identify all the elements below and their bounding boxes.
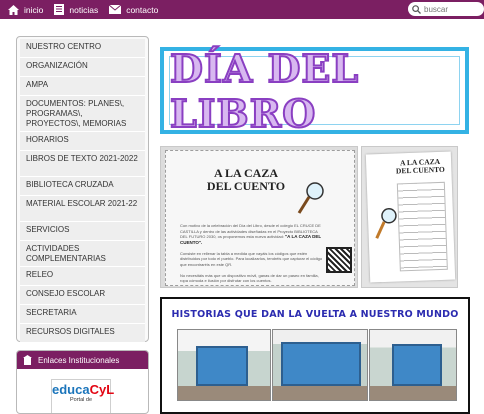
search-input[interactable] (424, 4, 484, 14)
educacyl-logo: educaCyL (52, 382, 114, 397)
menu-item-nuestro-centro[interactable]: NUESTRO CENTRO (20, 39, 145, 58)
educacyl-logo-main: educa (52, 382, 90, 397)
educacyl-link[interactable]: educaCyL Portal de (51, 379, 114, 413)
search-icon (412, 4, 421, 14)
classroom-photo (369, 329, 457, 401)
menu-item-organizacion[interactable]: ORGANIZACIÓN (20, 58, 145, 77)
poster-sheet: A LA CAZA DEL CUENTO Con motivo de la ce… (165, 150, 355, 286)
historias-banner[interactable]: HISTORIAS QUE DAN LA VUELTA A NUESTRO MU… (160, 297, 470, 414)
sidebar-menu: NUESTRO CENTRO ORGANIZACIÓN AMPA DOCUMEN… (16, 36, 149, 343)
poster-title: A LA CAZA DEL CUENTO (206, 166, 286, 193)
news-icon (54, 4, 65, 15)
menu-item-releo[interactable]: RELEO (20, 267, 145, 286)
nav-inicio-label: inicio (24, 4, 44, 15)
classroom-photo (272, 329, 368, 401)
building-icon (23, 355, 32, 365)
enlaces-title: Enlaces Institucionales (38, 355, 120, 365)
historias-title: HISTORIAS QUE DAN LA VUELTA A NUESTRO MU… (171, 309, 459, 320)
poster-body: Con motivo de la celebración del Día del… (180, 223, 324, 284)
top-navigation: inicio noticias contacto (0, 0, 169, 19)
nav-inicio[interactable]: inicio (8, 4, 44, 15)
floor (178, 386, 270, 400)
educacyl-logo-accent: CyL (89, 382, 115, 397)
menu-item-ampa[interactable]: AMPA (20, 77, 145, 96)
menu-item-secretaria[interactable]: SECRETARIA (20, 305, 145, 324)
dia-del-libro-title: DÍA DEL LIBRO (169, 45, 360, 137)
nav-noticias-label: noticias (69, 4, 99, 15)
menu-item-actividades-complementarias[interactable]: ACTIVIDADES COMPLEMENTARIAS (20, 241, 145, 267)
search-box[interactable] (408, 2, 484, 16)
menu-item-recursos-digitales[interactable]: RECURSOS DIGITALES (20, 324, 145, 343)
educacyl-subtitle: Portal de (69, 397, 92, 403)
world-map-board (196, 346, 248, 386)
nav-contacto[interactable]: contacto (109, 5, 158, 15)
world-map-board (392, 344, 442, 386)
poster-body-text-2: Consiste en rellenar la tabla a medida q… (180, 250, 323, 267)
worksheet-photo[interactable]: A LA CAZA DEL CUENTO (361, 146, 458, 288)
menu-item-horarios[interactable]: HORARIOS (20, 132, 145, 151)
mail-icon (109, 5, 122, 14)
menu-item-documentos[interactable]: DOCUMENTOS: PLANES\, PROGRAMAS\, PROYECT… (20, 96, 145, 132)
worksheet-table (396, 181, 448, 272)
worksheet: A LA CAZA DEL CUENTO (365, 151, 456, 283)
menu-item-biblioteca-cruzada[interactable]: BIBLIOTECA CRUZADA (20, 177, 145, 196)
home-icon (8, 4, 19, 15)
worksheet-title: A LA CAZA DEL CUENTO (395, 156, 445, 176)
floor (370, 386, 456, 400)
world-map-board (281, 342, 361, 386)
nav-contacto-label: contacto (126, 4, 159, 15)
dia-del-libro-frame: DÍA DEL LIBRO (169, 45, 460, 137)
poster-body-text-3: No necesitáis más que un dispositivo móv… (180, 272, 319, 284)
dia-del-libro-banner[interactable]: DÍA DEL LIBRO (160, 45, 469, 137)
nav-noticias[interactable]: noticias (54, 4, 98, 15)
magnifying-glass-icon (297, 182, 324, 214)
enlaces-institucionales-panel: Enlaces Institucionales educaCyL Portal … (16, 350, 149, 414)
menu-item-consejo-escolar[interactable]: CONSEJO ESCOLAR (20, 286, 145, 305)
enlaces-header: Enlaces Institucionales (17, 351, 148, 369)
qr-code (326, 247, 352, 273)
menu-item-servicios[interactable]: SERVICIOS (20, 222, 145, 241)
magnifying-glass-icon (375, 208, 397, 239)
poster-photo[interactable]: A LA CAZA DEL CUENTO Con motivo de la ce… (160, 146, 358, 288)
classroom-photo (177, 329, 271, 401)
menu-item-material-escolar[interactable]: MATERIAL ESCOLAR 2021-22 (20, 196, 145, 222)
menu-item-libros-de-texto[interactable]: LIBROS DE TEXTO 2021-2022 (20, 151, 145, 177)
floor (273, 386, 367, 400)
